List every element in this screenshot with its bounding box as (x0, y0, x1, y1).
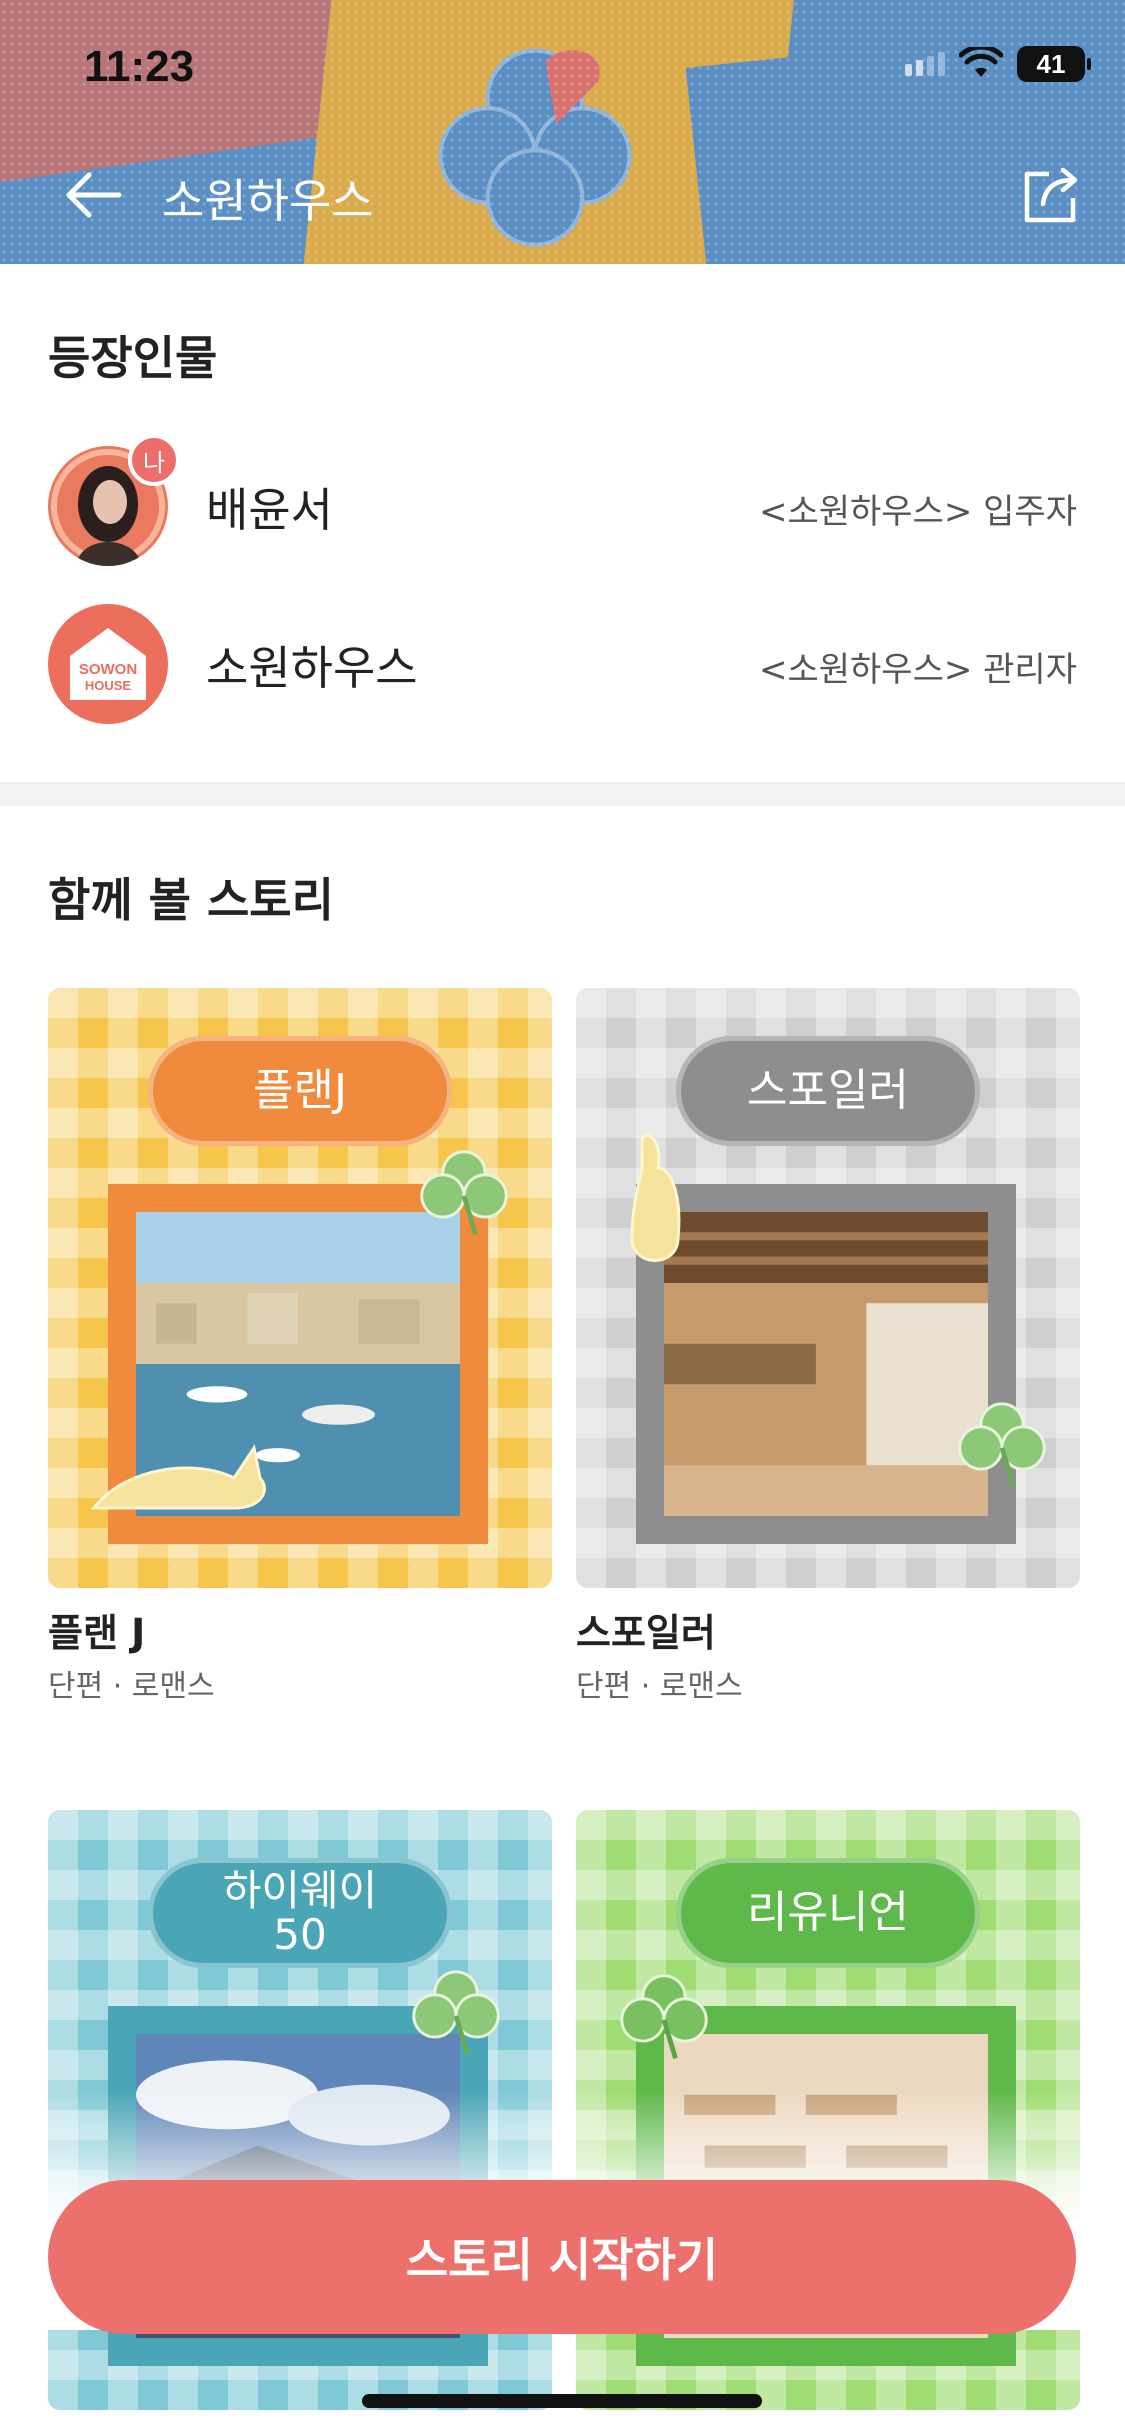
stories-section-title: 함께 볼 스토리 (48, 873, 334, 927)
clover-icon (412, 1970, 500, 2056)
story-meta: 단편 · 로맨스 (576, 1669, 743, 1704)
clover-icon (958, 1402, 1046, 1488)
story-cover: 플랜J (48, 988, 552, 1588)
house-logo-icon: SOWON HOUSE (70, 628, 146, 700)
character-role: <소원하우스> 관리자 (758, 650, 1077, 690)
story-meta: 단편 · 로맨스 (48, 1669, 215, 1704)
me-badge: 나 (128, 434, 180, 486)
arrow-left-icon (66, 172, 122, 218)
character-role: <소원하우스> 입주자 (758, 492, 1077, 532)
rabbit-icon (90, 1444, 266, 1510)
home-indicator (362, 2394, 762, 2408)
wifi-icon (959, 47, 1003, 77)
story-title: 스포일러 (576, 1611, 716, 1655)
clover-icon (420, 1150, 508, 1236)
clover-icon (620, 1974, 708, 2060)
character-name: 배윤서 (206, 483, 333, 537)
story-card[interactable]: 플랜J 플랜 J 단편 · 로맨스 (48, 988, 552, 1705)
logo-text: SOWON (79, 661, 137, 678)
header-banner: 11:23 41 소원하우스 (0, 0, 1125, 264)
cover-label: 리유니언 (676, 1858, 980, 1968)
story-cover: 스포일러 (576, 988, 1080, 1588)
status-icons: 41 (905, 46, 1091, 82)
cover-label: 플랜J (148, 1036, 452, 1146)
cover-label: 하이웨이 50 (148, 1858, 452, 1968)
characters-section-title: 등장인물 (48, 331, 218, 385)
interior-photo (664, 1212, 988, 1516)
back-button[interactable] (58, 160, 128, 230)
story-card[interactable]: 스포일러 스포일러 단편 · 로맨스 (576, 988, 1080, 1705)
status-time: 11:23 (84, 42, 195, 91)
character-row-sowonhouse[interactable]: SOWON HOUSE 소원하우스 <소원하우스> 관리자 (0, 594, 1125, 734)
start-story-button[interactable]: 스토리 시작하기 (48, 2180, 1076, 2334)
section-divider (0, 782, 1125, 806)
battery-icon: 41 (1017, 46, 1091, 82)
story-title: 플랜 J (48, 1611, 146, 1655)
rabbit-icon (630, 1134, 681, 1262)
cover-label: 스포일러 (676, 1036, 980, 1146)
share-icon (1024, 167, 1078, 223)
share-button[interactable] (1013, 158, 1089, 234)
cellular-signal-icon (905, 52, 945, 76)
character-row-baeyunseo[interactable]: 나 배윤서 <소원하우스> 입주자 (0, 434, 1125, 576)
character-name: 소원하우스 (206, 641, 418, 695)
page-title: 소원하우스 (162, 174, 374, 228)
logo-text: HOUSE (85, 678, 132, 693)
avatar: SOWON HOUSE (48, 604, 168, 724)
